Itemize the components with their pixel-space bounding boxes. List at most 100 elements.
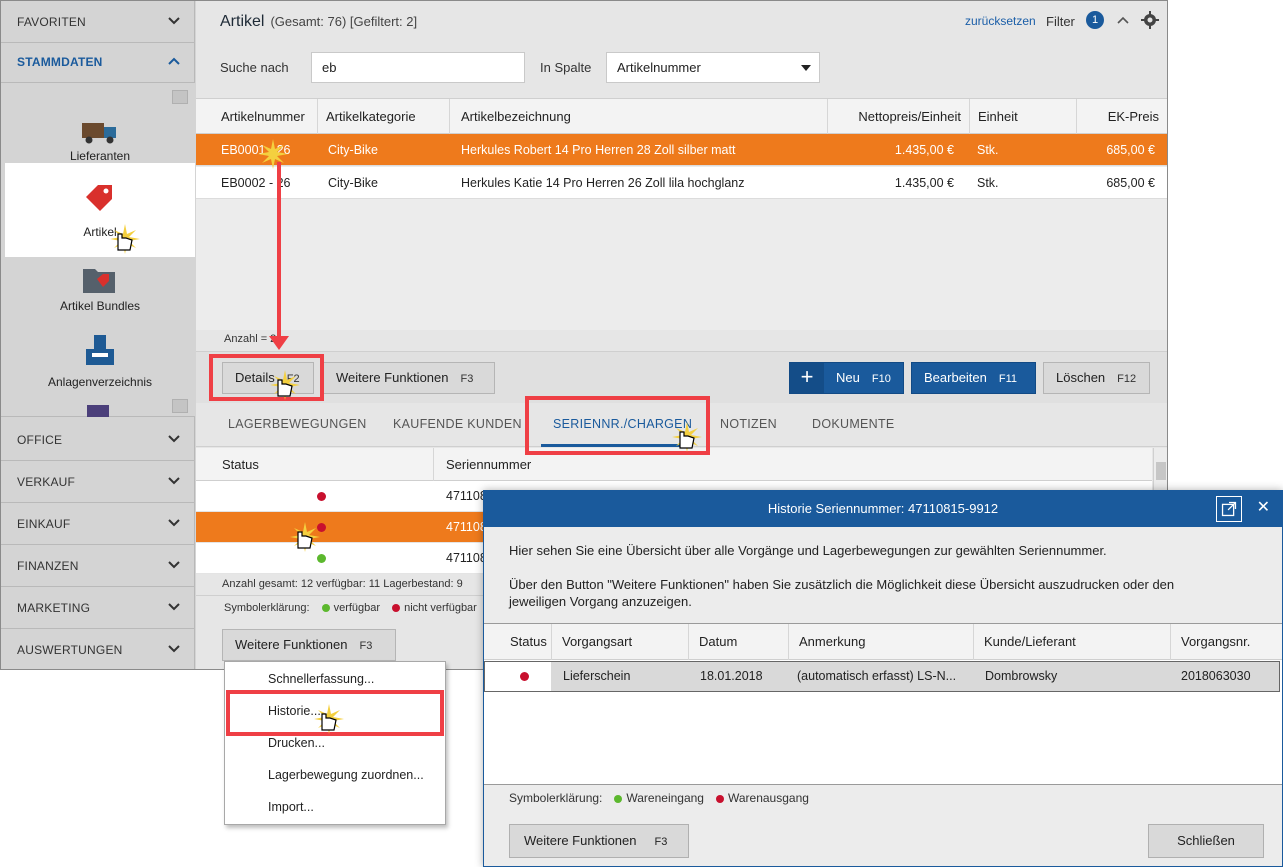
loeschen-button[interactable]: Löschen F12 (1043, 362, 1150, 394)
weitere-funktionen-button[interactable]: Weitere Funktionen F3 (323, 362, 495, 394)
button-label: Weitere Funktionen (336, 370, 449, 385)
table-row[interactable]: EB0002 - 26 City-Bike Herkules Katie 14 … (196, 167, 1167, 199)
chevron-down-icon (168, 519, 180, 527)
tab-kaufende-kunden[interactable]: KAUFENDE KUNDEN (393, 417, 522, 431)
nav-section-marketing[interactable]: MARKETING (1, 587, 195, 629)
col-header-status[interactable]: Status (484, 624, 552, 660)
scrollbar-thumb[interactable] (1156, 462, 1166, 480)
green-dot-icon (614, 794, 623, 803)
scroll-down-button[interactable] (172, 399, 188, 413)
dialog-legend: Symbolerklärung: Wareneingang Warenausgang (509, 791, 809, 805)
col-header-vorgangsnr[interactable]: Vorgangsnr. (1171, 624, 1282, 660)
tile-artikel-bundles[interactable]: Artikel Bundles (5, 259, 195, 315)
dialog-weitere-funktionen-button[interactable]: Weitere Funktionen F3 (509, 824, 689, 858)
col-header-einheit[interactable]: Einheit (970, 99, 1077, 134)
reset-link[interactable]: zurücksetzen (965, 14, 1036, 28)
gear-icon[interactable] (1141, 11, 1159, 29)
column-select-value: Artikelnummer (617, 60, 701, 75)
column-select[interactable]: Artikelnummer (606, 52, 820, 83)
nav-section-label: FINANZEN (17, 558, 79, 573)
col-header-datum[interactable]: Datum (689, 624, 789, 660)
status-red-dot (520, 672, 529, 681)
bearbeiten-button[interactable]: Bearbeiten F11 (911, 362, 1036, 394)
table-row[interactable]: Lieferschein 18.01.2018 (automatisch erf… (484, 661, 1280, 692)
menu-item-lagerbewegung[interactable]: Lagerbewegung zuordnen... (268, 768, 424, 782)
tile-anlagenverzeichnis[interactable]: Anlagenverzeichnis (5, 331, 195, 389)
status-red-dot (317, 492, 326, 501)
cell-kategorie: City-Bike (328, 143, 379, 157)
col-header-artikelnummer[interactable]: Artikelnummer (196, 99, 318, 134)
tile-label: Anlagenverzeichnis (47, 375, 153, 389)
menu-item-drucken[interactable]: Drucken... (268, 736, 325, 750)
button-label: Bearbeiten (924, 370, 987, 385)
cell-einheit: Stk. (977, 143, 999, 157)
cell-bezeichnung: Herkules Robert 14 Pro Herren 28 Zoll si… (461, 143, 736, 157)
cell-kategorie: City-Bike (328, 176, 379, 190)
red-dot-icon (392, 604, 401, 613)
chevron-down-icon (168, 561, 180, 569)
external-window-icon[interactable] (1216, 496, 1242, 522)
hand-cursor-icon (672, 422, 702, 452)
col-header-nettopreis[interactable]: Nettopreis/Einheit (828, 99, 970, 134)
nav-section-favoriten[interactable]: FAVORITEN (1, 1, 195, 43)
tab-notizen[interactable]: NOTIZEN (720, 417, 777, 431)
nav-section-label: AUSWERTUNGEN (17, 643, 123, 657)
article-table-header: Artikelnummer Artikelkategorie Artikelbe… (196, 99, 1167, 134)
menu-item-import[interactable]: Import... (268, 800, 314, 814)
tile-lieferanten[interactable]: Lieferanten (5, 113, 195, 163)
dialog-title: Historie Seriennummer: 47110815-9912 (767, 501, 999, 516)
history-table: Status Vorgangsart Datum Anmerkung Kunde… (484, 623, 1282, 785)
cell-ek: 685,00 € (1106, 176, 1155, 190)
nav-section-stammdaten[interactable]: STAMMDATEN (1, 41, 195, 83)
cell-bezeichnung: Herkules Katie 14 Pro Herren 26 Zoll lil… (461, 176, 745, 190)
weitere-funktionen-menu: Schnellerfassung... Historie... Drucken.… (224, 661, 446, 825)
close-icon[interactable]: ✕ (1257, 500, 1270, 516)
red-dot-icon (715, 794, 724, 803)
scroll-up-button[interactable] (172, 90, 188, 104)
col-header-artikelbezeichnung[interactable]: Artikelbezeichnung (450, 99, 828, 134)
col-header-vorgangsart[interactable]: Vorgangsart (552, 624, 689, 660)
cell-einheit: Stk. (977, 176, 999, 190)
chevron-down-icon (168, 17, 180, 25)
chevron-down-icon (168, 645, 180, 653)
nav-section-auswertungen[interactable]: AUSWERTUNGEN (1, 629, 195, 671)
highlight-details-button (209, 354, 324, 401)
col-header-artikelkategorie[interactable]: Artikelkategorie (318, 99, 450, 134)
collapse-icon[interactable] (1116, 13, 1130, 27)
nav-section-office[interactable]: OFFICE (1, 419, 195, 461)
page-subtitle: (Gesamt: 76) [Gefiltert: 2] (270, 14, 418, 29)
neu-button[interactable]: + Neu F10 (789, 362, 904, 394)
col-header-status[interactable]: Status (196, 448, 434, 481)
chevron-down-icon (168, 435, 180, 443)
col-header-anmerkung[interactable]: Anmerkung (789, 624, 974, 660)
filter-label[interactable]: Filter (1046, 14, 1075, 29)
nav-section-label: MARKETING (17, 600, 91, 615)
chevron-up-icon (168, 57, 180, 65)
col-header-ek-preis[interactable]: EK-Preis (1077, 99, 1167, 134)
tab-dokumente[interactable]: DOKUMENTE (812, 417, 895, 431)
serial-weitere-funktionen-button[interactable]: Weitere Funktionen F3 (222, 629, 396, 661)
menu-item-schnellerfassung[interactable]: Schnellerfassung... (268, 672, 374, 686)
nav-section-verkauf[interactable]: VERKAUF (1, 461, 195, 503)
history-table-header: Status Vorgangsart Datum Anmerkung Kunde… (484, 624, 1282, 660)
legend-wareneingang: Wareneingang (626, 791, 704, 805)
truck-icon (82, 123, 116, 144)
nav-section-label: EINKAUF (17, 516, 71, 531)
shortcut-key: F3 (654, 836, 668, 848)
hand-cursor-icon (110, 224, 140, 254)
hand-cursor-icon (270, 370, 300, 400)
nav-section-label: VERKAUF (17, 474, 76, 489)
page-title-text: Artikel (220, 13, 265, 30)
tile-artikel[interactable]: Artikel (5, 163, 195, 257)
partial-tile-icon (87, 405, 109, 417)
button-label: Schließen (1177, 833, 1235, 848)
search-input[interactable]: eb (311, 52, 525, 83)
nav-section-finanzen[interactable]: FINANZEN (1, 545, 195, 587)
tab-lagerbewegungen[interactable]: LAGERBEWEGUNGEN (228, 417, 367, 431)
schliessen-button[interactable]: Schließen (1148, 824, 1264, 858)
table-row[interactable]: EB0001 - 26 City-Bike Herkules Robert 14… (196, 134, 1167, 166)
tile-label: Lieferanten (69, 149, 131, 163)
nav-section-einkauf[interactable]: EINKAUF (1, 503, 195, 545)
col-header-kunde[interactable]: Kunde/Lieferant (974, 624, 1171, 660)
dropdown-arrow-icon (801, 65, 811, 71)
